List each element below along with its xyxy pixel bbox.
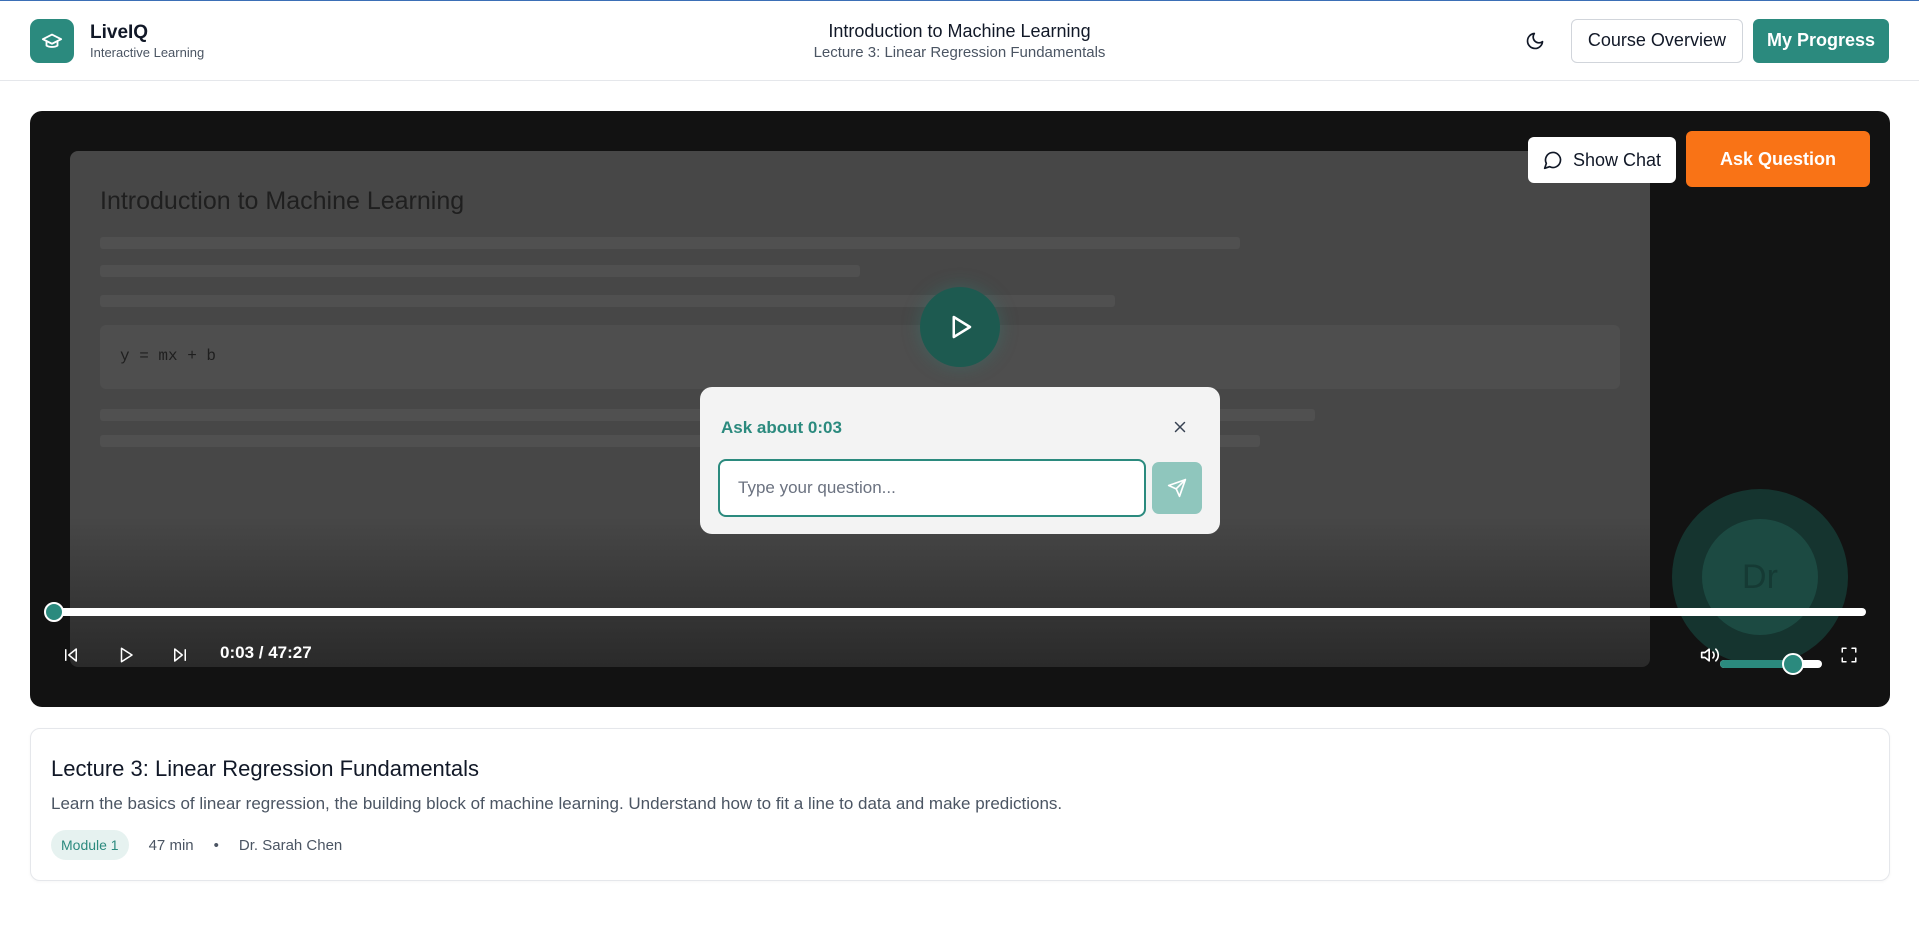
progress-scrubber-handle[interactable] xyxy=(43,602,64,622)
time-display: 0:03 / 47:27 xyxy=(220,643,312,662)
module-badge: Module 1 xyxy=(51,830,129,860)
send-question-button[interactable] xyxy=(1152,462,1202,514)
course-overview-button[interactable]: Course Overview xyxy=(1570,18,1743,63)
lecture-title: Lecture 3: Linear Regression Fundamental… xyxy=(51,756,480,781)
skip-back-icon xyxy=(65,648,77,662)
ask-popup-title: Ask about 0:03 xyxy=(721,418,842,437)
my-progress-button[interactable]: My Progress xyxy=(1752,18,1889,63)
instructor-name: Dr. Sarah Chen xyxy=(238,836,343,854)
brand-name: LiveIQ xyxy=(90,21,149,43)
skip-forward-icon xyxy=(174,648,186,662)
header-actions: Course Overview My Progress xyxy=(1513,18,1889,63)
show-chat-label: Show Chat xyxy=(1572,149,1662,170)
question-input[interactable] xyxy=(718,459,1146,517)
instructor-webcam-avatar: Dr xyxy=(1702,519,1818,635)
send-icon xyxy=(1167,478,1187,498)
center-play-button[interactable] xyxy=(920,287,1000,367)
ask-question-button[interactable]: Ask Question xyxy=(1686,131,1870,187)
close-popup-button[interactable] xyxy=(1164,411,1196,443)
lecture-info-card: Lecture 3: Linear Regression Fundamental… xyxy=(30,728,1890,881)
slide-text-line xyxy=(100,265,860,277)
course-heading: Introduction to Machine Learning Lecture… xyxy=(814,19,1106,63)
formula-box: y = mx + b xyxy=(100,325,1620,389)
volume-slider[interactable] xyxy=(1720,653,1822,675)
app-root: LiveIQ Interactive Learning Introduction… xyxy=(0,0,1919,929)
moon-icon xyxy=(1526,32,1544,49)
volume-slider-handle[interactable] xyxy=(1782,653,1805,675)
slide-title: Introduction to Machine Learning xyxy=(100,187,465,215)
course-title: Introduction to Machine Learning xyxy=(828,20,1091,41)
theme-toggle-button[interactable] xyxy=(1513,19,1557,63)
meta-separator: • xyxy=(213,836,219,854)
fullscreen-icon xyxy=(1841,647,1857,663)
brand-text: LiveIQ Interactive Learning xyxy=(90,21,204,61)
skip-back-button[interactable] xyxy=(55,639,87,671)
skip-forward-button[interactable] xyxy=(164,639,196,671)
video-progress-bar[interactable] xyxy=(43,602,1866,622)
lecture-meta: Module 1 47 min • Dr. Sarah Chen xyxy=(51,830,342,860)
lecture-description: Learn the basics of linear regression, t… xyxy=(51,794,1063,813)
graduation-cap-icon xyxy=(30,18,74,63)
video-player[interactable]: Introduction to Machine Learning y = mx … xyxy=(30,111,1890,707)
top-header: LiveIQ Interactive Learning Introduction… xyxy=(0,1,1919,81)
volume-icon xyxy=(1700,648,1720,662)
show-chat-button[interactable]: Show Chat xyxy=(1528,137,1676,183)
ask-question-popup: Ask about 0:03 xyxy=(700,387,1220,534)
play-button[interactable] xyxy=(110,639,142,671)
fullscreen-button[interactable] xyxy=(1833,639,1865,671)
brand-tagline: Interactive Learning xyxy=(90,44,205,60)
formula-text: y = mx + b xyxy=(120,347,217,365)
play-icon xyxy=(120,647,133,663)
chat-bubble-icon xyxy=(1543,151,1562,170)
slide-text-line xyxy=(100,237,1240,249)
close-icon xyxy=(1174,421,1186,433)
lecture-duration: 47 min xyxy=(148,836,194,854)
brand[interactable]: LiveIQ Interactive Learning xyxy=(30,18,204,63)
play-icon xyxy=(952,315,972,339)
lecture-subtitle: Lecture 3: Linear Regression Fundamental… xyxy=(813,43,1106,61)
